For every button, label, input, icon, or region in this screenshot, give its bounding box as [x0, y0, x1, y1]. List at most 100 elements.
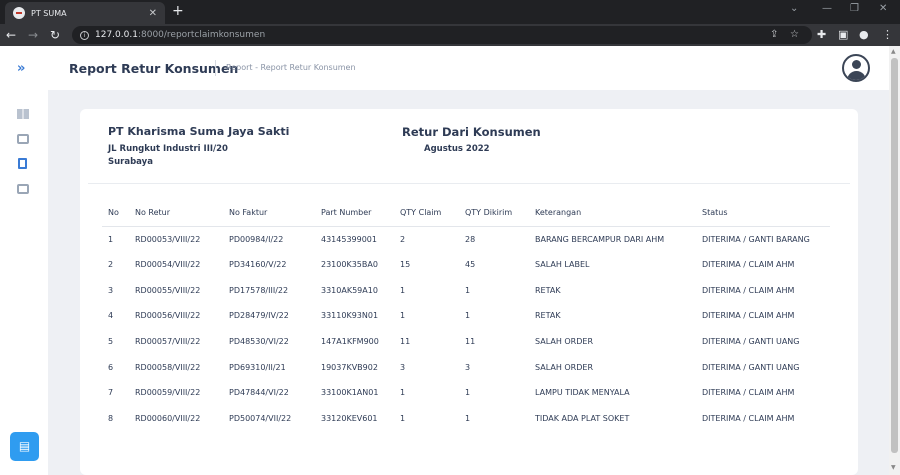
expand-sidebar-icon[interactable]: »: [17, 61, 25, 76]
table-cell: DITERIMA / CLAIM AHM: [702, 388, 795, 398]
table-cell: 1: [400, 285, 406, 295]
menu-icon[interactable]: ⋮: [882, 28, 893, 41]
favicon-icon: [13, 7, 25, 19]
document-icon: ▤: [18, 439, 31, 453]
table-cell: DITERIMA / CLAIM AHM: [702, 311, 795, 321]
page-header: Report Retur Konsumen Report - Report Re…: [48, 46, 889, 90]
table-cell: DITERIMA / GANTI BARANG: [702, 234, 810, 244]
column-header: No Retur: [129, 199, 223, 227]
table-cell: 3310AK59A10: [321, 285, 378, 295]
table-cell: LAMPU TIDAK MENYALA: [535, 388, 630, 398]
header-divider: [215, 60, 216, 76]
table-cell: 1: [400, 414, 406, 424]
share-icon[interactable]: ⇪: [770, 29, 778, 40]
scroll-down-icon[interactable]: ▼: [891, 464, 896, 471]
table-cell: 15: [400, 260, 411, 270]
column-header: QTY Dikirim: [459, 199, 529, 227]
site-info-icon[interactable]: i: [80, 30, 89, 40]
table-row: 4 RD00056/VIII/22 PD28479/IV/22 33110K93N01…: [102, 303, 830, 329]
page-scrollbar[interactable]: ▲ ▼: [889, 46, 900, 475]
table-cell: 28: [465, 234, 476, 244]
table-cell: PD48530/VI/22: [229, 337, 289, 347]
new-tab-button[interactable]: +: [172, 3, 184, 19]
extensions-icon[interactable]: ✚: [817, 28, 826, 41]
forward-icon[interactable]: →: [22, 28, 44, 42]
table-cell: DITERIMA / CLAIM AHM: [702, 260, 795, 270]
tab-search-icon[interactable]: ⌄: [790, 3, 798, 14]
table-cell: RD00058/VIII/22: [135, 362, 201, 372]
table-cell: 1: [400, 311, 406, 321]
browser-tab[interactable]: PT SUMA ✕: [5, 2, 165, 24]
table-body: 1 RD00053/VIII/22 PD00984/I/22 43145399001 2…: [102, 226, 830, 432]
column-header: No: [102, 199, 129, 227]
url-field[interactable]: i 127.0.0.1:8000/reportclaimkonsumen ⇪ ☆: [72, 26, 812, 44]
table-cell: 1: [465, 414, 471, 424]
breadcrumb: Report - Report Retur Konsumen: [226, 63, 356, 72]
avatar-body-icon: [847, 71, 866, 80]
table-cell: DITERIMA / CLAIM AHM: [702, 285, 795, 295]
table-cell: PD47844/VI/22: [229, 388, 289, 398]
url-path: :8000/reportclaimkonsumen: [137, 30, 266, 40]
table-cell: 33100K1AN01: [321, 388, 379, 398]
table-cell: TIDAK ADA PLAT SOKET: [535, 414, 630, 424]
page-title: Report Retur Konsumen: [69, 61, 239, 76]
bookmark-star-icon[interactable]: ☆: [790, 29, 799, 40]
company-city: Surabaya: [108, 157, 153, 167]
address-bar: ← → ↻ i 127.0.0.1:8000/reportclaimkonsum…: [0, 24, 900, 46]
column-header: Keterangan: [529, 199, 696, 227]
back-icon[interactable]: ←: [0, 28, 22, 42]
table-cell: RETAK: [535, 311, 561, 321]
scroll-thumb[interactable]: [891, 58, 898, 453]
table-cell: RETAK: [535, 285, 561, 295]
table-cell: 5: [108, 337, 114, 347]
reload-icon[interactable]: ↻: [44, 28, 66, 42]
table-cell: 2: [108, 260, 114, 270]
table-row: 6 RD00058/VIII/22 PD69310/II/21 19037KVB902…: [102, 354, 830, 380]
table-cell: 11: [465, 337, 476, 347]
minimize-icon[interactable]: —: [822, 3, 832, 14]
avatar-head-icon: [852, 60, 861, 69]
table-cell: RD00055/VIII/22: [135, 285, 201, 295]
table-cell: DITERIMA / CLAIM AHM: [702, 414, 795, 424]
table-row: 1 RD00053/VIII/22 PD00984/I/22 43145399001 2…: [102, 226, 830, 252]
url-host: 127.0.0.1: [95, 30, 138, 40]
document-action-button[interactable]: ▤: [10, 432, 39, 461]
browser-tab-bar: PT SUMA ✕ + ⌄ — ❐ ✕: [0, 0, 900, 24]
company-name: PT Kharisma Suma Jaya Sakti: [108, 125, 290, 138]
column-header: QTY Claim: [394, 199, 459, 227]
table-cell: RD00059/VIII/22: [135, 388, 201, 398]
scroll-up-icon[interactable]: ▲: [891, 48, 896, 55]
table-cell: 33110K93N01: [321, 311, 379, 321]
table-cell: 33120KEV601: [321, 414, 378, 424]
dashboard-icon[interactable]: [17, 109, 29, 119]
profile-icon[interactable]: ●: [859, 28, 869, 41]
table-cell: 147A1KFM900: [321, 337, 379, 347]
close-tab-icon[interactable]: ✕: [149, 8, 157, 19]
user-avatar[interactable]: [842, 54, 870, 82]
table-row: 7 RD00059/VIII/22 PD47844/VI/22 33100K1AN01…: [102, 380, 830, 406]
company-address: JL Rungkut Industri III/20: [108, 144, 228, 154]
restore-icon[interactable]: ❐: [850, 3, 859, 14]
archive-icon[interactable]: [17, 184, 29, 194]
card-divider: [88, 183, 850, 184]
table-cell: RD00054/VIII/22: [135, 260, 201, 270]
table-cell: PD69310/II/21: [229, 362, 286, 372]
side-panel-icon[interactable]: ▣: [838, 28, 848, 41]
column-header: Part Number: [315, 199, 394, 227]
column-header: No Faktur: [223, 199, 315, 227]
table-cell: SALAH LABEL: [535, 260, 590, 270]
table-row: 5 RD00057/VIII/22 PD48530/VI/22 147A1KFM900…: [102, 329, 830, 355]
table-header-row: No No Retur No Faktur Part Number QTY Cl…: [102, 199, 830, 227]
table-cell: PD17578/III/22: [229, 285, 289, 295]
table-cell: 11: [400, 337, 411, 347]
table-cell: 2: [400, 234, 406, 244]
table-cell: 1: [400, 388, 406, 398]
table-cell: 45: [465, 260, 476, 270]
table-cell: BARANG BERCAMPUR DARI AHM: [535, 234, 665, 244]
sidebar: »: [0, 46, 48, 475]
inventory-icon[interactable]: [17, 134, 29, 144]
table-cell: 4: [108, 311, 114, 321]
close-window-icon[interactable]: ✕: [879, 3, 887, 14]
report-icon[interactable]: [18, 158, 27, 169]
table-row: 3 RD00055/VIII/22 PD17578/III/22 3310AK59A1…: [102, 277, 830, 303]
